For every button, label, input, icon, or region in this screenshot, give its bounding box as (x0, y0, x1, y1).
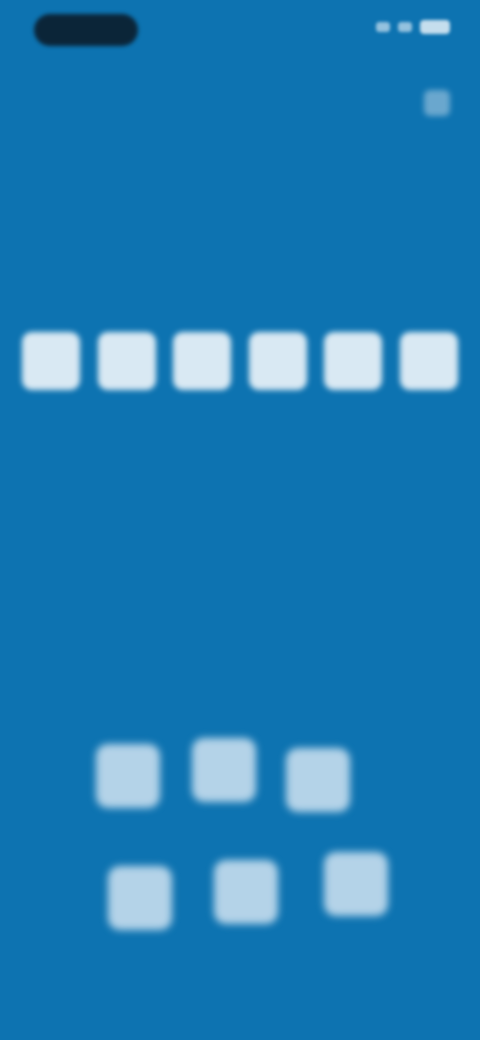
code-digit-2[interactable] (97, 332, 156, 390)
code-digit-1[interactable] (22, 332, 80, 390)
code-digit-6[interactable] (399, 332, 458, 390)
keypad-key-6[interactable] (324, 852, 388, 916)
header (0, 84, 480, 164)
wifi-icon (398, 22, 412, 32)
code-input-row (22, 332, 458, 390)
battery-icon (420, 20, 450, 34)
status-indicators (376, 20, 450, 34)
code-digit-3[interactable] (173, 332, 232, 390)
code-digit-4[interactable] (248, 332, 307, 390)
keypad-key-5[interactable] (214, 860, 278, 924)
status-bar (0, 0, 480, 64)
status-time-pill (34, 14, 138, 46)
keypad-key-1[interactable] (96, 744, 160, 808)
header-action-icon[interactable] (424, 90, 450, 116)
keypad-key-3[interactable] (286, 748, 350, 812)
code-digit-5[interactable] (324, 332, 383, 390)
keypad-key-2[interactable] (192, 738, 256, 802)
keypad-key-4[interactable] (108, 866, 172, 930)
signal-icon (376, 22, 390, 32)
